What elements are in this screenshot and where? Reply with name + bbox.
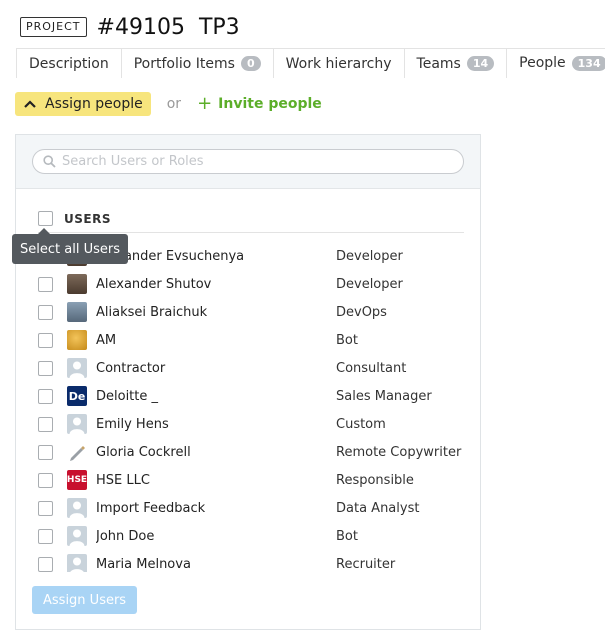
search-area — [16, 135, 480, 189]
list-item[interactable]: Maria Melnova Recruiter — [38, 550, 464, 572]
select-all-checkbox[interactable] — [38, 211, 53, 226]
person-avatar — [67, 414, 87, 434]
user-name: AM — [96, 332, 117, 348]
user-role: Bot — [336, 528, 358, 544]
person-avatar — [67, 526, 87, 546]
user-checkbox[interactable] — [38, 416, 53, 432]
list-item[interactable]: Gloria Cockrell Remote Copywriter — [38, 438, 464, 466]
user-role: Developer — [336, 248, 403, 264]
person-avatar — [67, 554, 87, 572]
users-header-label: USERS — [64, 211, 111, 226]
list-item[interactable]: Alexander Shutov Developer — [38, 270, 464, 298]
tab-count-badge: 134 — [571, 55, 605, 71]
user-name: Gloria Cockrell — [96, 444, 191, 460]
hse-logo-avatar: HSE — [67, 470, 87, 490]
photo-avatar — [67, 302, 87, 322]
user-checkbox[interactable] — [38, 388, 53, 404]
user-checkbox[interactable] — [38, 360, 53, 376]
plus-icon: + — [197, 93, 213, 114]
user-role: Bot — [336, 332, 358, 348]
project-id: #49105 — [96, 14, 185, 40]
user-checkbox[interactable] — [38, 444, 53, 460]
user-role: Responsible — [336, 472, 414, 488]
user-checkbox[interactable] — [38, 500, 53, 516]
tab-people[interactable]: People 134 — [507, 49, 605, 79]
chevron-up-icon — [23, 97, 37, 111]
tab-label: Description — [29, 55, 109, 72]
tab-label: People — [519, 55, 566, 71]
project-badge: PROJECT — [20, 17, 87, 37]
users-list-header: USERS — [38, 205, 464, 233]
list-item[interactable]: John Doe Bot — [38, 522, 464, 550]
tab-description[interactable]: Description — [17, 49, 122, 78]
pen-avatar — [67, 442, 87, 462]
tab-label: Portfolio Items — [133, 55, 235, 72]
user-checkbox[interactable] — [38, 556, 53, 572]
user-name: Maria Melnova — [96, 556, 191, 572]
tab-work-hierarchy[interactable]: Work hierarchy — [273, 49, 405, 78]
list-item[interactable]: Contractor Consultant — [38, 354, 464, 382]
user-role: DevOps — [336, 304, 387, 320]
tab-label: Work hierarchy — [285, 55, 392, 72]
user-name: Deloitte _ — [96, 388, 159, 404]
user-name: Emily Hens — [96, 416, 169, 432]
tab-bar: Description Portfolio Items 0 Work hiera… — [16, 48, 605, 79]
select-all-tooltip: Select all Users — [12, 228, 128, 264]
search-box[interactable] — [32, 149, 464, 174]
assign-users-button[interactable]: Assign Users — [32, 586, 138, 614]
user-role: Custom — [336, 416, 386, 432]
users-list[interactable]: Alexander Evsuchenya Developer Alexander… — [38, 242, 464, 572]
user-role: Consultant — [336, 360, 407, 376]
list-item[interactable]: Import Feedback Data Analyst — [38, 494, 464, 522]
page-header: PROJECT #49105 TP3 — [20, 12, 240, 42]
user-checkbox[interactable] — [38, 304, 53, 320]
tab-portfolio-items[interactable]: Portfolio Items 0 — [121, 49, 274, 78]
user-name: John Doe — [96, 528, 155, 544]
invite-people-link[interactable]: + Invite people — [197, 93, 322, 114]
user-checkbox[interactable] — [38, 276, 53, 292]
project-name[interactable]: TP3 — [199, 15, 240, 40]
list-item[interactable]: De Deloitte _ Sales Manager — [38, 382, 464, 410]
deloitte-logo-avatar: De — [67, 386, 87, 406]
user-name: Alexander Shutov — [96, 276, 212, 292]
search-input[interactable] — [62, 154, 442, 169]
user-checkbox[interactable] — [38, 332, 53, 348]
search-icon — [43, 155, 56, 168]
user-role: Sales Manager — [336, 388, 432, 404]
list-item[interactable]: HSE HSE LLC Responsible — [38, 466, 464, 494]
assign-people-button[interactable]: Assign people — [15, 92, 151, 116]
person-avatar — [67, 358, 87, 378]
user-role: Data Analyst — [336, 500, 420, 516]
assign-people-label: Assign people — [45, 96, 143, 112]
user-name: Alexander Evsuchenya — [96, 248, 245, 264]
tab-count-badge: 0 — [240, 56, 261, 71]
user-role: Recruiter — [336, 556, 396, 572]
invite-people-label: Invite people — [218, 96, 322, 112]
assign-people-panel: USERS Alexander Evsuchenya Developer Ale… — [15, 134, 481, 630]
tab-label: Teams — [416, 55, 461, 72]
person-avatar — [67, 498, 87, 518]
people-actions: Assign people or + Invite people — [15, 92, 322, 116]
user-checkbox[interactable] — [38, 472, 53, 488]
user-name: Import Feedback — [96, 500, 206, 516]
tab-teams[interactable]: Teams 14 — [404, 49, 508, 78]
user-name: Contractor — [96, 360, 166, 376]
tab-count-badge: 14 — [466, 56, 495, 71]
user-role: Developer — [336, 276, 403, 292]
user-role: Remote Copywriter — [336, 444, 462, 460]
list-item[interactable]: Emily Hens Custom — [38, 410, 464, 438]
list-item[interactable]: AM Bot — [38, 326, 464, 354]
list-item[interactable]: Aliaksei Braichuk DevOps — [38, 298, 464, 326]
photo-avatar — [67, 274, 87, 294]
gold-emblem-avatar — [67, 330, 87, 350]
user-checkbox[interactable] — [38, 528, 53, 544]
user-name: Aliaksei Braichuk — [96, 304, 208, 320]
user-name: HSE LLC — [96, 472, 150, 488]
or-separator: or — [166, 96, 182, 112]
